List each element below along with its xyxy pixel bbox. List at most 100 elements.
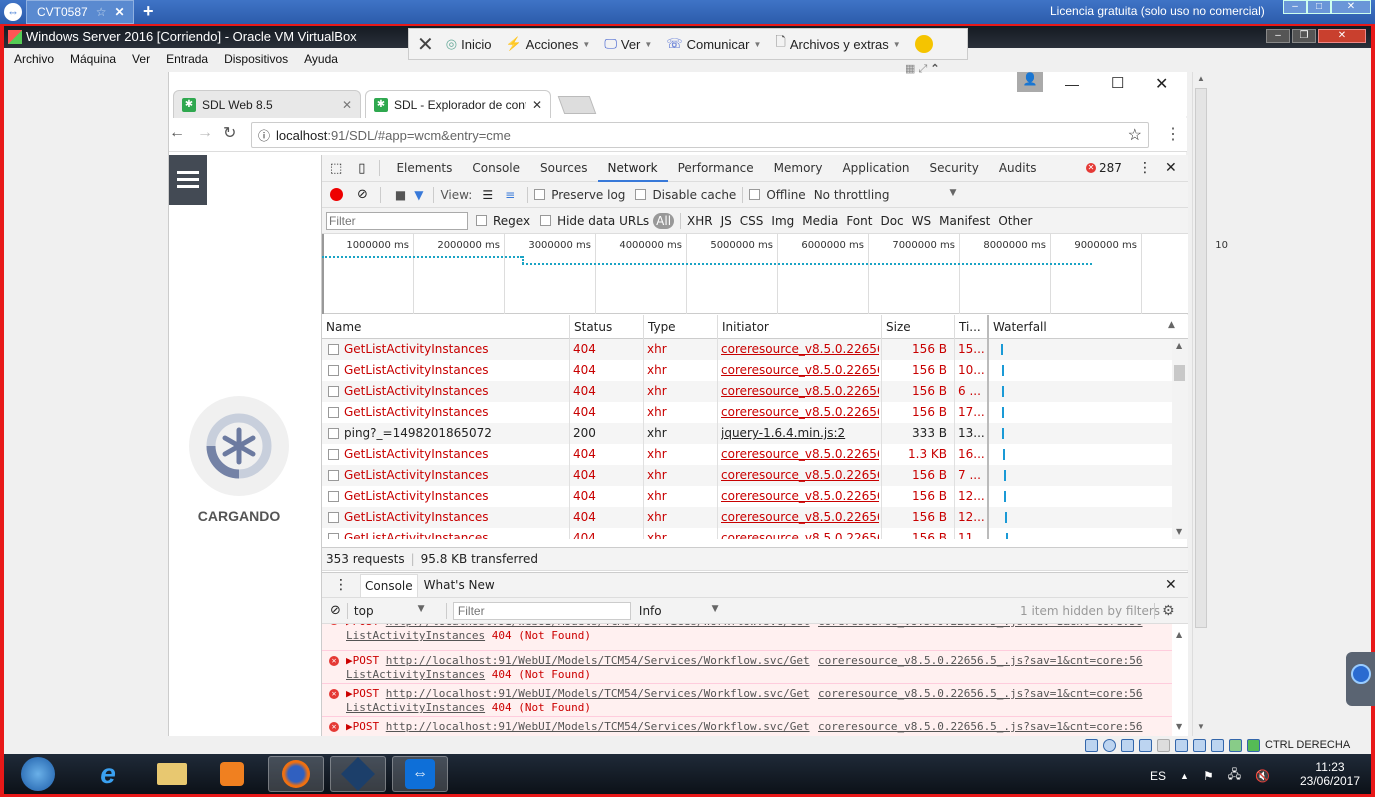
vb-minimize-button[interactable]: –: [1266, 29, 1290, 43]
hard-disk-icon[interactable]: [1085, 738, 1098, 752]
drawer-tab-console[interactable]: Console: [360, 573, 418, 597]
request-method[interactable]: ▶POST: [346, 624, 379, 628]
console-error-message[interactable]: ✕ ▶POST http://localhost:91/WebUI/Models/…: [322, 717, 1172, 736]
filter-xhr[interactable]: XHR: [687, 214, 713, 228]
taskbar-teamviewer[interactable]: ⇔: [392, 756, 448, 792]
table-row[interactable]: GetListActivityInstances 404 xhr coreresour…: [322, 444, 1172, 465]
star-icon[interactable]: ☆: [96, 5, 107, 19]
usb-icon[interactable]: [1139, 738, 1152, 752]
cell-initiator[interactable]: coreresource_v8.5.0.22656....: [721, 360, 879, 381]
console-clear-icon[interactable]: ⊘: [330, 603, 341, 618]
filter-js[interactable]: JS: [721, 214, 732, 228]
offline-checkbox[interactable]: [749, 189, 761, 200]
source-link[interactable]: coreresource_v8.5.0.22656.5_.js?sav=1&cn…: [818, 687, 1143, 700]
tab-audits[interactable]: Audits: [989, 155, 1047, 182]
tv-inicio[interactable]: ◎ Inicio: [446, 36, 492, 52]
new-session-button[interactable]: +: [143, 0, 154, 22]
tab-application[interactable]: Application: [832, 155, 919, 182]
show-hidden-icons[interactable]: ▲: [1180, 771, 1189, 781]
tv-comunicar[interactable]: ☏ Comunicar ▼: [666, 36, 761, 52]
teamviewer-side-handle[interactable]: [1346, 652, 1375, 706]
table-row[interactable]: GetListActivityInstances 404 xhr coreresour…: [322, 528, 1172, 539]
console-scrollbar[interactable]: ▲ ▼: [1172, 624, 1188, 736]
console-settings-gear-icon[interactable]: ⚙: [1162, 603, 1175, 619]
action-center-flag-icon[interactable]: ⚑: [1203, 769, 1214, 783]
filter-doc[interactable]: Doc: [880, 214, 903, 228]
menu-ver[interactable]: Ver: [132, 52, 150, 66]
address-bar[interactable]: ⓘ localhost :91/SDL/#app=wcm&entry=cme ☆: [251, 122, 1149, 148]
fullscreen-icon[interactable]: ⤢: [918, 63, 927, 75]
col-initiator[interactable]: Initiator: [717, 315, 881, 339]
col-waterfall[interactable]: Waterfall: [987, 315, 1188, 339]
cell-initiator[interactable]: coreresource_v8.5.0.22656....: [721, 486, 879, 507]
menu-archivo[interactable]: Archivo: [14, 52, 54, 66]
volume-muted-icon[interactable]: 🔇: [1255, 769, 1270, 783]
new-tab-button[interactable]: [557, 96, 597, 114]
bookmark-star-icon[interactable]: ☆: [1128, 125, 1142, 145]
request-url[interactable]: http://localhost:91/WebUI/Models/TCM54/S…: [386, 687, 810, 700]
taskbar-internet-explorer[interactable]: e: [80, 756, 136, 792]
taskbar-firefox[interactable]: [268, 756, 324, 792]
tab-sources[interactable]: Sources: [530, 155, 597, 182]
tv-ver[interactable]: 🖵 Ver ▼: [604, 36, 652, 52]
info-icon[interactable]: ⓘ: [258, 127, 270, 144]
network-filter-input[interactable]: [326, 211, 468, 230]
tab-memory[interactable]: Memory: [764, 155, 833, 182]
screenshot-camera-icon[interactable]: ■: [395, 188, 406, 202]
device-toolbar-icon[interactable]: ▯: [350, 161, 373, 176]
request-url-cont[interactable]: ListActivityInstances: [346, 701, 485, 714]
col-name[interactable]: Name: [322, 315, 569, 339]
language-indicator[interactable]: ES: [1150, 769, 1166, 783]
regex-checkbox[interactable]: [476, 215, 487, 226]
mouse-integration-icon[interactable]: [1229, 738, 1242, 752]
console-error-message[interactable]: ✕ ▶POST http://localhost:91/WebUI/Models/…: [322, 624, 1172, 651]
col-status[interactable]: Status: [569, 315, 643, 339]
source-link[interactable]: coreresource_v8.5.0.22656.5_.js?sav=1&cn…: [818, 624, 1143, 628]
table-row[interactable]: GetListActivityInstances 404 xhr coreresour…: [322, 339, 1172, 360]
devtools-menu-icon[interactable]: ⋮: [1138, 160, 1152, 176]
tab-sdl-explorador[interactable]: ✱ SDL - Explorador de cont ✕: [365, 90, 551, 118]
hide-data-urls-checkbox[interactable]: [540, 215, 552, 226]
cell-initiator[interactable]: coreresource_v8.5.0.22656....: [721, 507, 879, 528]
request-method[interactable]: ▶POST: [346, 720, 379, 733]
clear-icon[interactable]: ⊘: [357, 187, 368, 202]
hamburger-menu-button[interactable]: [169, 155, 207, 205]
forward-icon[interactable]: →: [197, 124, 213, 142]
vm-scrollbar[interactable]: ▲ ▼: [1192, 72, 1210, 736]
drawer-close-icon[interactable]: ✕: [1165, 577, 1177, 593]
large-rows-icon[interactable]: ☰: [482, 188, 493, 202]
request-url[interactable]: http://localhost:91/WebUI/Models/TCM54/S…: [386, 720, 810, 733]
console-error-message[interactable]: ✕ ▶POST http://localhost:91/WebUI/Models/…: [322, 684, 1172, 717]
throttling-select[interactable]: No throttling ▼: [814, 188, 957, 202]
cell-initiator[interactable]: coreresource_v8.5.0.22656....: [721, 402, 879, 423]
tab-elements[interactable]: Elements: [386, 155, 462, 182]
cell-initiator[interactable]: coreresource_v8.5.0.22656....: [721, 381, 879, 402]
filter-manifest[interactable]: Manifest: [939, 214, 990, 228]
profile-icon[interactable]: 👤: [1017, 72, 1043, 92]
filter-funnel-icon[interactable]: ▼: [414, 188, 423, 202]
filter-ws[interactable]: WS: [912, 214, 931, 228]
tab-close-icon[interactable]: ✕: [532, 98, 542, 112]
request-url[interactable]: http://localhost:91/WebUI/Models/TCM54/S…: [386, 654, 810, 667]
taskbar-file-explorer[interactable]: [144, 756, 200, 792]
tv-toolbar-close-icon[interactable]: ✕: [417, 32, 434, 57]
table-row[interactable]: ping?_=1498201865072 200 xhr jquery-1.6.4.m…: [322, 423, 1172, 444]
back-icon[interactable]: ←: [169, 124, 185, 142]
cell-initiator[interactable]: coreresource_v8.5.0.22656....: [721, 465, 879, 486]
filter-all[interactable]: All: [653, 212, 675, 229]
vb-restore-button[interactable]: ❐: [1292, 29, 1316, 43]
reload-icon[interactable]: ↻: [223, 123, 236, 143]
cpu-icon[interactable]: [1211, 738, 1224, 752]
system-clock[interactable]: 11:23 23/06/2017: [1295, 760, 1365, 788]
grip-icon[interactable]: ▦: [905, 63, 915, 75]
shared-folders-icon[interactable]: [1157, 738, 1170, 752]
context-select[interactable]: top ▼: [354, 604, 440, 618]
cell-initiator[interactable]: jquery-1.6.4.min.js:2: [721, 423, 879, 444]
record-button[interactable]: [330, 188, 343, 201]
tab-console[interactable]: Console: [462, 155, 530, 182]
filter-other[interactable]: Other: [998, 214, 1032, 228]
col-type[interactable]: Type: [643, 315, 717, 339]
col-time[interactable]: Ti...: [954, 315, 987, 339]
collapse-toolbar-icon[interactable]: ⌃: [930, 63, 939, 75]
filter-css[interactable]: CSS: [740, 214, 764, 228]
